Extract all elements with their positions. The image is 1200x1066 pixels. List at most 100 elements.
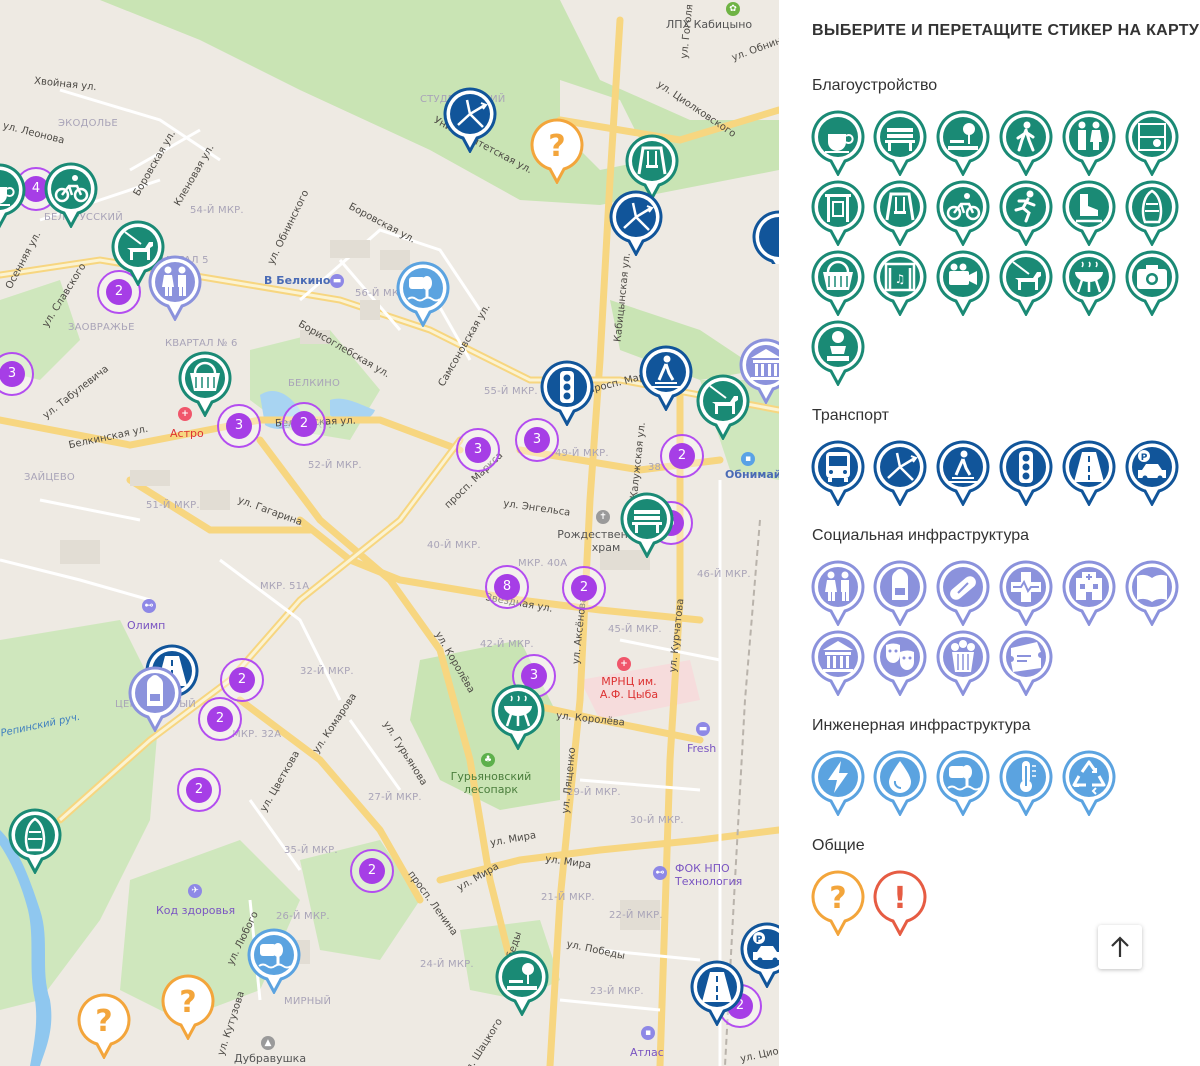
sticker-book-icon[interactable] <box>1125 560 1181 628</box>
sticker-video-camera-icon[interactable] <box>936 250 992 318</box>
question-icon: ? <box>811 870 865 936</box>
question-icon: ? <box>530 118 584 184</box>
map-sticker-boat-icon[interactable] <box>8 808 62 874</box>
sticker-parking-icon[interactable]: P <box>1125 440 1181 508</box>
map-cluster[interactable]: 2 <box>660 434 704 478</box>
sewage-icon <box>936 750 990 816</box>
sticker-barbecue-icon[interactable] <box>1062 250 1118 318</box>
sticker-pill-icon[interactable] <box>936 560 992 628</box>
map-sticker-bicycle-icon[interactable] <box>44 162 98 228</box>
map-cluster[interactable]: 2 <box>177 768 221 812</box>
sticker-electricity-icon[interactable] <box>811 750 867 818</box>
sticker-recycling-icon[interactable] <box>1062 750 1118 818</box>
map-cluster[interactable]: 3 <box>456 428 500 472</box>
sticker-cinema-icon[interactable] <box>936 630 992 698</box>
sticker-pedestrian-crossing-icon[interactable] <box>936 440 992 508</box>
map-sticker-road-junction-icon[interactable] <box>609 190 663 256</box>
cluster-count: 2 <box>229 667 255 693</box>
bicycle-icon <box>44 162 98 228</box>
church-icon: ✝ <box>596 510 610 524</box>
sticker-question-icon[interactable]: ? <box>811 870 867 938</box>
sticker-boat-icon[interactable] <box>1125 180 1181 248</box>
sticker-workout-icon[interactable] <box>811 180 867 248</box>
map-sticker-traffic-light-icon[interactable] <box>540 360 594 426</box>
map-sticker-road-junction-icon[interactable] <box>443 87 497 153</box>
map-cluster[interactable]: 8 <box>485 565 529 609</box>
map-sticker-sewage-icon[interactable] <box>247 928 301 994</box>
sticker-cafe-icon[interactable] <box>811 110 867 178</box>
sticker-picnic-basket-icon[interactable] <box>811 250 867 318</box>
map-sticker-parking-icon[interactable]: P <box>740 922 779 988</box>
map-sticker-question-icon[interactable]: ? <box>77 993 131 1059</box>
sticker-toilet-icon[interactable] <box>1062 110 1118 178</box>
cinema-icon <box>936 630 990 696</box>
category-title: Благоустройство <box>812 77 938 94</box>
sticker-park-bench-icon[interactable] <box>873 110 929 178</box>
sticker-thermometer-icon[interactable] <box>999 750 1055 818</box>
map-cluster[interactable]: 2 <box>220 658 264 702</box>
svg-text:?: ? <box>95 1004 112 1039</box>
map-sticker-pedestrian-crossing-icon[interactable] <box>639 345 693 411</box>
scroll-top-button[interactable] <box>1098 925 1142 969</box>
map-sticker-question-icon[interactable]: ? <box>161 974 215 1040</box>
sticker-photo-camera-icon[interactable] <box>1125 250 1181 318</box>
map-sticker-playground-icon[interactable] <box>625 134 679 200</box>
pedestrian-crossing-icon <box>936 440 990 506</box>
sticker-pedestrian-icon[interactable] <box>999 110 1055 178</box>
sticker-hospital-icon[interactable] <box>1062 560 1118 628</box>
cluster-count: 2 <box>291 411 317 437</box>
pedestrian-crossing-icon <box>639 345 693 411</box>
map-view[interactable]: ЭКОДОЛЬЕ БЕЛОРУССКИЙ 54-Й МКР. КВАРТАЛ 5… <box>0 0 779 1066</box>
sticker-theater-masks-icon[interactable] <box>873 630 929 698</box>
sticker-sewage-icon[interactable] <box>936 750 992 818</box>
sticker-monument-icon[interactable] <box>811 320 867 388</box>
map-cluster[interactable]: 2 <box>198 697 242 741</box>
sticker-exclamation-icon[interactable]: ! <box>873 870 929 938</box>
sticker-landscaping-icon[interactable] <box>936 110 992 178</box>
map-sticker-kids-icon[interactable] <box>148 255 202 321</box>
svg-text:?: ? <box>179 985 196 1020</box>
sticker-water-drop-icon[interactable] <box>873 750 929 818</box>
sticker-medical-cross-icon[interactable] <box>999 560 1055 628</box>
svg-text:!: ! <box>893 881 907 916</box>
swing-icon <box>873 180 927 246</box>
sticker-bus-icon[interactable] <box>811 440 867 508</box>
dog-walking-icon <box>999 250 1053 316</box>
backpack-icon <box>873 560 927 626</box>
map-sticker-picnic-basket-icon[interactable] <box>178 351 232 417</box>
traffic-light-icon <box>540 360 594 426</box>
map-sticker-landscaping-icon[interactable] <box>495 950 549 1016</box>
map-sticker-water-treatment-icon[interactable] <box>396 261 450 327</box>
map-sticker-park-bench-icon[interactable] <box>620 492 674 558</box>
map-edge-pin[interactable] <box>752 210 779 264</box>
sticker-panel: ВЫБЕРИТЕ И ПЕРЕТАЩИТЕ СТИКЕР НА КАРТУ Бл… <box>779 0 1200 1066</box>
map-sticker-backpack-icon[interactable] <box>128 666 182 732</box>
sticker-road-junction-icon[interactable] <box>873 440 929 508</box>
sticker-ice-skating-icon[interactable] <box>1062 180 1118 248</box>
map-cluster[interactable]: 2 <box>562 566 606 610</box>
map-sticker-museum-icon[interactable] <box>739 338 779 404</box>
map-sticker-cafe-icon[interactable] <box>0 163 26 229</box>
sticker-road-icon[interactable] <box>1062 440 1118 508</box>
map-sticker-question-icon[interactable]: ? <box>530 118 584 184</box>
sticker-sports-court-icon[interactable] <box>1125 110 1181 178</box>
map-sticker-barbecue-icon[interactable] <box>491 684 545 750</box>
cluster-count: 3 <box>0 361 25 387</box>
sticker-kids-icon[interactable] <box>811 560 867 628</box>
fitness-icon: ⊷ <box>653 866 667 880</box>
sticker-running-icon[interactable] <box>999 180 1055 248</box>
sticker-stage-icon[interactable]: ♫ <box>873 250 929 318</box>
ticket-icon <box>999 630 1053 696</box>
sticker-backpack-icon[interactable] <box>873 560 929 628</box>
map-cluster[interactable]: 2 <box>282 402 326 446</box>
sticker-bicycle-icon[interactable] <box>936 180 992 248</box>
sticker-dog-walking-icon[interactable] <box>999 250 1055 318</box>
map-sticker-road-icon[interactable] <box>690 960 744 1026</box>
map-cluster[interactable]: 2 <box>350 849 394 893</box>
sticker-swing-icon[interactable] <box>873 180 929 248</box>
category-title: Общие <box>812 837 865 854</box>
sticker-museum-icon[interactable] <box>811 630 867 698</box>
sticker-traffic-light-icon[interactable] <box>999 440 1055 508</box>
sticker-ticket-icon[interactable] <box>999 630 1055 698</box>
category-title: Инженерная инфраструктура <box>812 717 1031 734</box>
